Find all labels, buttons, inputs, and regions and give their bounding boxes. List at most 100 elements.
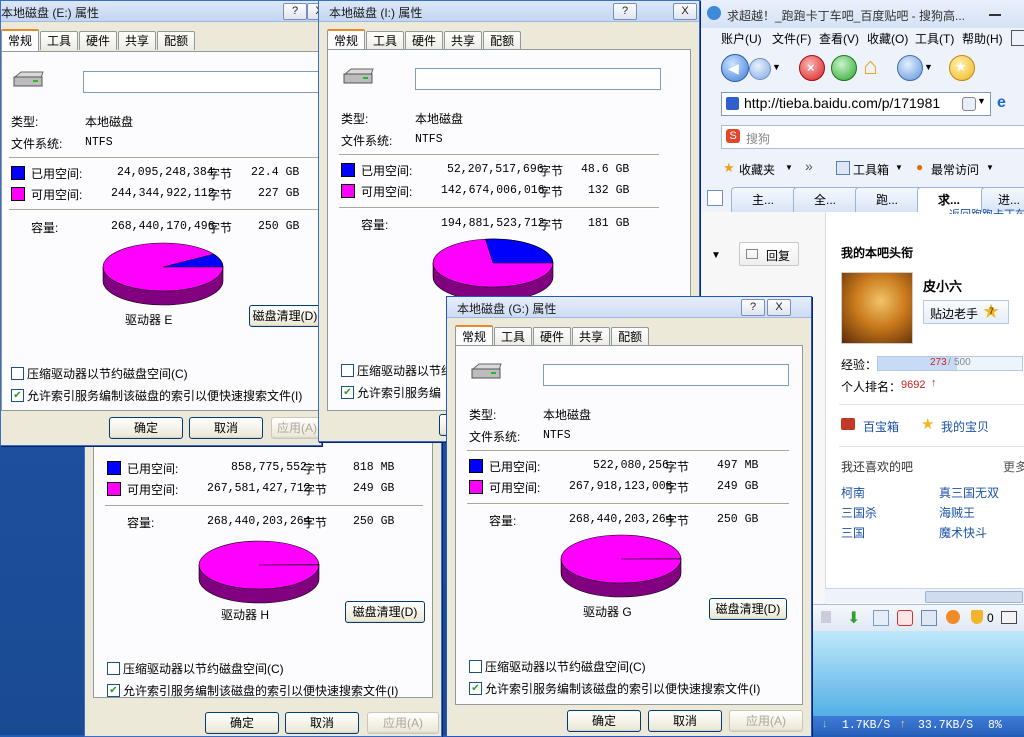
horizontal-scrollbar[interactable] xyxy=(825,588,1024,603)
dialog-h-index-checkbox[interactable]: ✔ xyxy=(107,684,120,697)
search-box[interactable]: S 搜狗 xyxy=(721,125,1024,149)
undo-dropdown-icon[interactable]: ▼ xyxy=(924,62,933,72)
treasure-link[interactable]: 百宝箱 xyxy=(863,418,899,435)
menu-favorites[interactable]: 收藏(O) xyxy=(867,30,908,47)
dialog-i-index-label[interactable]: 允许索引服务编 xyxy=(357,384,441,401)
scrollbar-thumb[interactable] xyxy=(925,591,1023,603)
dialog-g-tab-hardware[interactable]: 硬件 xyxy=(533,327,571,346)
menu-extra-icon[interactable] xyxy=(1011,30,1024,46)
dialog-e-cancel-button[interactable]: 取消 xyxy=(189,417,263,439)
dialog-e-tab-general[interactable]: 常规 xyxy=(1,29,39,51)
most-visited-button[interactable]: 最常访问 xyxy=(931,161,979,178)
dialog-e-name-input[interactable] xyxy=(83,71,325,93)
status-move-icon[interactable] xyxy=(821,611,831,623)
top-cut-link[interactable]: 返回跑跑卡丁车 xyxy=(949,206,1024,214)
username[interactable]: 皮小六 xyxy=(923,276,962,295)
stop-icon[interactable]: × xyxy=(799,55,825,81)
like-1[interactable]: 柯南 xyxy=(841,484,865,501)
most-visited-dropdown-icon[interactable]: ▼ xyxy=(986,163,994,172)
like-2[interactable]: 真三国无双 xyxy=(939,484,999,501)
tab-list-icon[interactable] xyxy=(707,190,723,206)
dialog-g-ok-button[interactable]: 确定 xyxy=(567,710,641,732)
undo-icon[interactable] xyxy=(897,55,923,81)
dialog-i-tab-tools[interactable]: 工具 xyxy=(366,31,404,50)
dialog-e-compress-checkbox[interactable] xyxy=(11,367,24,380)
dialog-i-help-button[interactable]: ? xyxy=(613,3,637,20)
status-shield-icon[interactable] xyxy=(971,610,983,624)
dialog-g-index-checkbox[interactable]: ✔ xyxy=(469,682,482,695)
dialog-h-compress-label[interactable]: 压缩驱动器以节约磁盘空间(C) xyxy=(123,660,284,677)
dialog-e-tab-sharing[interactable]: 共享 xyxy=(118,31,156,50)
status-mail-icon[interactable] xyxy=(1001,611,1017,624)
reply-button[interactable]: 回复 xyxy=(739,242,799,266)
left-dropdown-icon[interactable]: ▼ xyxy=(711,250,721,261)
dialog-g-cleanup-button[interactable]: 磁盘清理(D) xyxy=(709,598,787,620)
dialog-g-tab-tools[interactable]: 工具 xyxy=(494,327,532,346)
status-download-icon[interactable]: ⬇ xyxy=(847,608,860,628)
dialog-g-close-button[interactable]: X xyxy=(767,299,791,316)
dialog-h-cleanup-button[interactable]: 磁盘清理(D) xyxy=(345,601,425,623)
status-sogou-icon[interactable] xyxy=(946,610,960,624)
dialog-e-tab-tools[interactable]: 工具 xyxy=(40,31,78,50)
favorites-dropdown-icon[interactable]: ▼ xyxy=(785,163,793,172)
dialog-i-compress-checkbox[interactable] xyxy=(341,364,354,377)
dialog-g-cancel-button[interactable]: 取消 xyxy=(648,710,722,732)
tab-1[interactable]: 主... xyxy=(731,187,799,212)
forward-button[interactable] xyxy=(749,58,771,80)
home-icon[interactable]: ⌂ xyxy=(863,54,889,80)
dialog-h-ok-button[interactable]: 确定 xyxy=(205,712,279,734)
dialog-e-tab-quota[interactable]: 配额 xyxy=(157,31,195,50)
dialog-h-compress-checkbox[interactable] xyxy=(107,662,120,675)
dialog-g-tab-general[interactable]: 常规 xyxy=(455,325,493,347)
status-tool-icon[interactable] xyxy=(873,610,889,626)
dialog-e-ok-button[interactable]: 确定 xyxy=(109,417,183,439)
dialog-g-tab-sharing[interactable]: 共享 xyxy=(572,327,610,346)
nav-dropdown-icon[interactable]: ▼ xyxy=(772,62,786,74)
dialog-i-tab-quota[interactable]: 配额 xyxy=(483,31,521,50)
status-tab-icon[interactable] xyxy=(921,610,937,626)
status-health-icon[interactable] xyxy=(897,610,913,626)
like-6[interactable]: 魔术快斗 xyxy=(939,524,987,541)
favorite-star-icon[interactable]: ★ xyxy=(949,55,975,81)
dialog-e-index-checkbox[interactable]: ✔ xyxy=(11,389,24,402)
menu-view[interactable]: 查看(V) xyxy=(819,30,859,47)
dialog-e-cleanup-button[interactable]: 磁盘清理(D) xyxy=(249,305,321,327)
dialog-i-tab-sharing[interactable]: 共享 xyxy=(444,31,482,50)
dialog-e-help-button[interactable]: ? xyxy=(283,3,307,20)
dialog-g-help-button[interactable]: ? xyxy=(741,299,765,316)
minimize-button[interactable] xyxy=(989,14,1001,16)
avatar[interactable] xyxy=(841,272,913,344)
toolbox-dropdown-icon[interactable]: ▼ xyxy=(895,163,903,172)
dialog-g-name-input[interactable] xyxy=(543,364,789,386)
dialog-g-compress-label[interactable]: 压缩驱动器以节约磁盘空间(C) xyxy=(485,658,646,675)
more-link[interactable]: 更多 xyxy=(1003,458,1024,475)
dialog-e-compress-label[interactable]: 压缩驱动器以节约磁盘空间(C) xyxy=(27,365,188,382)
address-url[interactable]: http://tieba.baidu.com/p/171981 xyxy=(744,95,940,111)
back-button[interactable]: ◀ xyxy=(721,54,749,82)
menu-tools[interactable]: 工具(T) xyxy=(915,30,954,47)
favorites-button[interactable]: 收藏夹 xyxy=(739,161,775,178)
menu-file[interactable]: 文件(F) xyxy=(772,30,811,47)
address-dropdown-icon[interactable]: ▼ xyxy=(977,96,991,112)
dialog-i-tab-general[interactable]: 常规 xyxy=(327,29,365,51)
refresh-icon[interactable] xyxy=(831,55,857,81)
dialog-i-close-button[interactable]: X xyxy=(673,3,697,20)
menu-account[interactable]: 账户(U) xyxy=(721,30,762,47)
toolbox-button[interactable]: 工具箱 xyxy=(853,161,889,178)
dialog-e-tab-hardware[interactable]: 硬件 xyxy=(79,31,117,50)
dialog-h-cancel-button[interactable]: 取消 xyxy=(285,712,359,734)
dialog-g-apply-button[interactable]: 应用(A) xyxy=(729,710,803,732)
dialog-e-index-label[interactable]: 允许索引服务编制该磁盘的索引以便快速搜索文件(I) xyxy=(27,387,302,404)
chevron-more-icon[interactable]: » xyxy=(805,158,813,174)
dialog-h-apply-button[interactable]: 应用(A) xyxy=(367,712,439,734)
like-4[interactable]: 海贼王 xyxy=(939,504,975,521)
dialog-g-index-label[interactable]: 允许索引服务编制该磁盘的索引以便快速搜索文件(I) xyxy=(485,680,760,697)
dialog-h-index-label[interactable]: 允许索引服务编制该磁盘的索引以便快速搜索文件(I) xyxy=(123,682,398,699)
dialog-i-index-checkbox[interactable]: ✔ xyxy=(341,386,354,399)
tab-2[interactable]: 全... xyxy=(793,187,861,212)
address-bar[interactable]: http://tieba.baidu.com/p/171981 xyxy=(721,92,991,116)
dialog-e-apply-button[interactable]: 应用(A) xyxy=(271,417,323,439)
dialog-i-name-input[interactable] xyxy=(415,68,661,90)
tab-3[interactable]: 跑... xyxy=(855,187,923,212)
ie-engine-icon[interactable]: e xyxy=(997,94,1006,112)
